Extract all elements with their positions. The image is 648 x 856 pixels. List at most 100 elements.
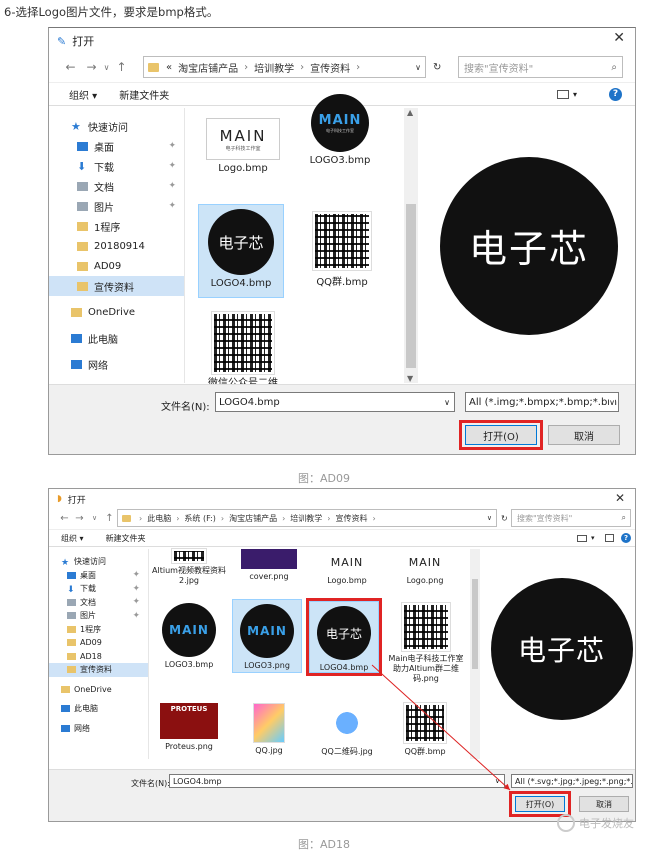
file-item[interactable]: MAIN 电子科技工作室 Logo.bmp: [200, 114, 286, 184]
scrollbar[interactable]: ▲ ▼: [404, 108, 418, 383]
sidebar-item-this-pc[interactable]: 此电脑: [49, 702, 148, 716]
cancel-button[interactable]: 取消: [579, 796, 629, 812]
chevron-down-icon[interactable]: ∨: [495, 777, 500, 785]
view-dropdown-icon[interactable]: ▾: [573, 90, 577, 99]
sidebar-item-desktop[interactable]: 桌面 ✦: [49, 136, 184, 156]
refresh-icon[interactable]: ↻: [433, 62, 441, 73]
sidebar-item-network[interactable]: 网络: [49, 722, 148, 736]
help-icon[interactable]: ?: [609, 87, 622, 101]
scroll-down-icon[interactable]: ▼: [407, 374, 413, 383]
help-icon[interactable]: ?: [621, 533, 631, 543]
sidebar-item-folder[interactable]: AD18: [49, 650, 148, 664]
breadcrumb-1[interactable]: 系统 (F:): [184, 513, 215, 524]
sidebar-item-downloads[interactable]: ⬇ 下载 ✦: [49, 582, 148, 596]
file-item[interactable]: QQ二维码.jpg: [310, 699, 384, 759]
view-dropdown-icon[interactable]: ▾: [591, 534, 595, 542]
sidebar-item-folder-selected[interactable]: 宣传资料: [49, 663, 148, 677]
filename-label: 文件名(N):: [131, 779, 170, 788]
open-button[interactable]: 打开(O): [465, 425, 537, 445]
chevron-down-icon[interactable]: ∨: [99, 63, 114, 72]
breadcrumb-2[interactable]: 淘宝店铺产品: [229, 513, 277, 524]
sidebar-item-onedrive[interactable]: OneDrive: [49, 683, 148, 697]
scrollbar-thumb[interactable]: [406, 204, 416, 368]
view-icon[interactable]: [557, 89, 569, 99]
filter-select[interactable]: All (*.svg;*.jpg;*.jpeg;*.png;*.: [511, 774, 633, 788]
search-input[interactable]: 搜索"宣传资料" ⌕: [458, 56, 623, 78]
file-item[interactable]: MAIN LOGO3.bmp: [152, 599, 226, 673]
chevron-down-icon[interactable]: ∨: [444, 398, 450, 407]
sidebar-item-desktop[interactable]: 桌面 ✦: [49, 569, 148, 583]
organize-button[interactable]: 组织 ▾: [61, 533, 84, 544]
breadcrumb-0[interactable]: 此电脑: [147, 513, 171, 524]
scrollbar-thumb[interactable]: [472, 579, 478, 669]
filename-input[interactable]: LOGO4.bmp ∨: [169, 774, 505, 788]
path-dropdown-icon[interactable]: ∨: [415, 63, 421, 72]
close-icon[interactable]: ✕: [613, 30, 625, 46]
file-item[interactable]: QQ群.bmp: [388, 699, 462, 759]
file-item[interactable]: Main电子科技工作室助力Altium群二维码.png: [386, 599, 466, 693]
sidebar-item-folder[interactable]: AD09: [49, 636, 148, 650]
search-placeholder: 搜索"宣传资料": [517, 513, 573, 523]
close-icon[interactable]: ✕: [615, 491, 625, 505]
filename-value: LOGO4.bmp: [173, 776, 222, 786]
file-name: Proteus.png: [165, 742, 213, 751]
file-item-selected[interactable]: 电子芯 LOGO4.bmp: [306, 598, 382, 676]
breadcrumb-3[interactable]: 宣传资料: [310, 60, 350, 75]
back-icon[interactable]: ←: [63, 60, 78, 74]
sidebar-item-folder-selected[interactable]: 宣传资料: [49, 276, 184, 296]
scroll-up-icon[interactable]: ▲: [407, 108, 413, 117]
breadcrumb-1[interactable]: 淘宝店铺产品: [178, 60, 238, 75]
path-box[interactable]: › 此电脑 › 系统 (F:) › 淘宝店铺产品 › 培训教学 › 宣传资料 › ∨: [117, 509, 497, 527]
sidebar-item-folder[interactable]: 1程序: [49, 623, 148, 637]
sidebar-item-documents[interactable]: 文档 ✦: [49, 596, 148, 610]
file-item[interactable]: PROTEUS Proteus.png: [152, 699, 226, 759]
new-folder-button[interactable]: 新建文件夹: [106, 533, 146, 544]
filter-select[interactable]: All (*.img;*.bmpx;*.bmp;*.bm ∨: [465, 392, 619, 412]
file-item[interactable]: QQ群.bmp: [304, 204, 380, 298]
search-input[interactable]: 搜索"宣传资料" ⌕: [511, 509, 631, 527]
pin-icon: ✦: [132, 610, 140, 621]
cancel-button[interactable]: 取消: [548, 425, 620, 445]
up-icon[interactable]: ↑: [102, 513, 117, 524]
breadcrumb-2[interactable]: 培训教学: [254, 60, 294, 75]
file-item[interactable]: MAIN Logo.bmp: [310, 549, 384, 593]
file-item-selected[interactable]: 电子芯 LOGO4.bmp: [198, 204, 284, 298]
sidebar-item-downloads[interactable]: ⬇ 下载 ✦: [49, 156, 184, 176]
sidebar-item-onedrive[interactable]: OneDrive: [49, 302, 184, 322]
forward-icon[interactable]: →: [84, 60, 99, 74]
file-item[interactable]: MAIN Logo.png: [388, 549, 462, 593]
file-item[interactable]: Altium视频教程资料2.jpg: [152, 548, 226, 593]
sidebar-item-quick-access[interactable]: ★ 快速访问: [49, 555, 148, 569]
sidebar-item-network[interactable]: 网络: [49, 354, 184, 374]
file-name: LOGO3.bmp: [309, 155, 371, 166]
sidebar-item-this-pc[interactable]: 此电脑: [49, 328, 184, 348]
open-button[interactable]: 打开(O): [515, 796, 565, 812]
path-box[interactable]: « 淘宝店铺产品 › 培训教学 › 宣传资料 › ∨: [143, 56, 426, 78]
sidebar-item-documents[interactable]: 文档 ✦: [49, 176, 184, 196]
new-folder-button[interactable]: 新建文件夹: [119, 87, 169, 102]
scrollbar[interactable]: [470, 549, 480, 759]
sidebar-item-folder[interactable]: 1程序: [49, 216, 184, 236]
sidebar-item-pictures[interactable]: 图片 ✦: [49, 609, 148, 623]
sidebar-item-folder[interactable]: 20180914: [49, 236, 184, 256]
file-item[interactable]: MAIN 电子科技工作室 LOGO3.bmp: [298, 94, 382, 184]
forward-icon[interactable]: →: [72, 513, 87, 524]
file-item[interactable]: QQ.jpg: [232, 699, 306, 759]
up-icon[interactable]: ↑: [114, 60, 129, 74]
chevron-down-icon[interactable]: ∨: [87, 514, 102, 522]
organize-button[interactable]: 组织 ▾: [69, 87, 97, 102]
view-icon[interactable]: [577, 534, 587, 542]
chevron-down-icon[interactable]: ∨: [609, 397, 615, 407]
sidebar-item-folder[interactable]: AD09: [49, 256, 184, 276]
file-item[interactable]: cover.png: [232, 549, 306, 593]
breadcrumb-3[interactable]: 培训教学: [290, 513, 322, 524]
refresh-icon[interactable]: ↻: [501, 514, 508, 523]
sidebar-item-quick-access[interactable]: ★ 快速访问: [49, 116, 184, 136]
back-icon[interactable]: ←: [57, 513, 72, 524]
filename-input[interactable]: LOGO4.bmp ∨: [215, 392, 455, 412]
path-dropdown-icon[interactable]: ∨: [487, 514, 492, 522]
breadcrumb-4[interactable]: 宣传资料: [335, 513, 367, 524]
sidebar-item-pictures[interactable]: 图片 ✦: [49, 196, 184, 216]
pane-icon[interactable]: [605, 534, 614, 542]
file-item[interactable]: MAIN LOGO3.png: [232, 599, 302, 673]
